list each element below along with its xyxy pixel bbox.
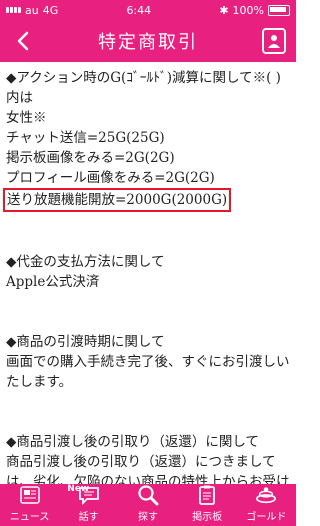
- status-left: au 4G: [6, 4, 58, 17]
- status-right: ✱ 100%: [219, 4, 290, 17]
- board-image-cost: 掲示板画像をみる=2G(2G): [6, 150, 175, 166]
- tab-search[interactable]: 探す: [118, 484, 177, 526]
- return-heading: ◆商品引渡し後の引取り（返還）に関して: [6, 434, 259, 450]
- tab-board-label: 掲示板: [192, 512, 223, 523]
- tab-gold-label: ゴールド: [246, 512, 287, 523]
- new-badge: New: [67, 484, 90, 494]
- tab-news-label: ニュース: [9, 512, 50, 523]
- tab-news[interactable]: ニュース: [0, 484, 59, 526]
- gold-icon: [255, 484, 277, 506]
- tab-search-label: 探す: [137, 512, 158, 523]
- payment-method: Apple公式決済: [6, 274, 100, 290]
- gold-section-heading: ◆アクション時のG(ｺﾞｰﾙﾄﾞ)減算に関して※( )内は: [6, 70, 281, 106]
- navigation-bar: 特定商取引: [0, 20, 296, 62]
- delivery-text: 画面での購入手続き完了後、すぐにお引渡しいたします。: [6, 354, 290, 390]
- network-type: 4G: [42, 3, 59, 17]
- unlimited-send-cost: 送り放題機能開放=2000G(2000G): [3, 188, 232, 212]
- chat-cost: チャット送信=25G(25G): [6, 130, 165, 146]
- tab-talk-label: 話す: [78, 512, 99, 523]
- tab-gold[interactable]: ゴールド: [237, 484, 296, 526]
- chevron-left-icon: [17, 31, 29, 51]
- carrier: au: [25, 3, 39, 17]
- signal-icon: [6, 7, 21, 13]
- clock: 6:44: [126, 3, 152, 17]
- tab-bar: ニュース New 話す 探す 掲示板 ゴールド: [0, 484, 296, 526]
- gold-section-note: 女性※: [6, 110, 47, 126]
- battery-icon: [268, 4, 290, 16]
- news-icon: [19, 484, 41, 506]
- profile-image-cost: プロフィール画像をみる=2G(2G): [6, 170, 215, 186]
- tab-talk[interactable]: New 話す: [59, 484, 118, 526]
- board-icon: [196, 484, 218, 506]
- search-icon: [137, 484, 159, 506]
- back-button[interactable]: [10, 25, 36, 57]
- status-bar: au 4G 6:44 ✱ 100%: [0, 0, 296, 20]
- profile-button[interactable]: [262, 28, 286, 54]
- battery-percent: 100%: [232, 3, 264, 17]
- page-title: 特定商取引: [98, 32, 198, 53]
- delivery-heading: ◆商品の引渡時期に関して: [6, 334, 165, 350]
- payment-heading: ◆代金の支払方法に関して: [6, 254, 165, 270]
- bluetooth-icon: ✱: [219, 3, 229, 17]
- tab-board[interactable]: 掲示板: [178, 484, 237, 526]
- person-icon: [268, 35, 280, 48]
- main-content: ◆アクション時のG(ｺﾞｰﾙﾄﾞ)減算に関して※( )内は 女性※ チャット送信…: [0, 62, 296, 510]
